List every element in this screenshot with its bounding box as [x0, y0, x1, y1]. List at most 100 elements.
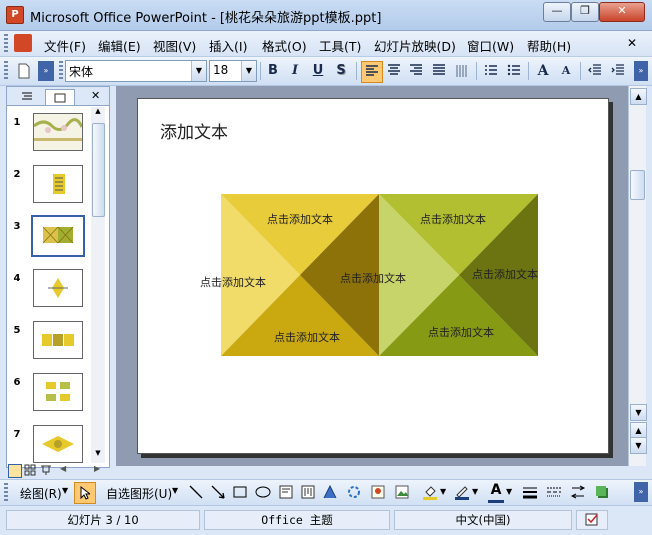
fill-color-icon[interactable] — [422, 484, 438, 500]
close-button[interactable]: ✕ — [599, 2, 645, 22]
wordart-icon[interactable] — [322, 484, 338, 500]
toolbar-overflow-icon[interactable]: » — [634, 482, 648, 502]
text-left-bottom[interactable]: 点击添加文本 — [274, 329, 340, 345]
grow-font-button[interactable]: A — [533, 61, 553, 81]
restore-button[interactable]: ❐ — [571, 2, 599, 22]
slide-title[interactable]: 添加文本 — [160, 118, 228, 143]
chevron-down-icon[interactable]: ▼ — [241, 61, 256, 81]
arrow-style-icon[interactable] — [570, 484, 586, 500]
insert-picture-icon[interactable] — [394, 484, 410, 500]
numbering-button[interactable] — [481, 61, 501, 81]
menu-edit[interactable]: 编辑(E) — [98, 36, 141, 55]
chevron-down-icon[interactable]: ▼ — [506, 487, 512, 496]
scroll-thumb[interactable] — [92, 123, 105, 217]
align-center-button[interactable] — [384, 61, 404, 81]
shrink-font-button[interactable]: A — [556, 61, 576, 81]
shadow-style-icon[interactable] — [594, 484, 610, 500]
distribute-button[interactable] — [429, 61, 449, 81]
toolbar-grip-2[interactable] — [59, 61, 63, 81]
text-right-bottom[interactable]: 点击添加文本 — [428, 324, 494, 340]
chevron-down-icon[interactable]: ▼ — [472, 487, 478, 496]
rectangle-icon[interactable] — [232, 484, 248, 500]
line-style-icon[interactable] — [522, 484, 538, 500]
menu-window[interactable]: 窗口(W) — [467, 36, 514, 55]
toolbar-options-icon[interactable]: » — [38, 61, 54, 81]
menu-file[interactable]: 文件(F) — [44, 36, 86, 55]
underline-button[interactable]: U — [308, 61, 328, 81]
slide-thumbnail-4[interactable] — [33, 269, 83, 307]
dash-style-icon[interactable] — [546, 484, 562, 500]
slide-thumbnail-6[interactable] — [33, 373, 83, 411]
toolbar-overflow-icon[interactable]: » — [634, 61, 648, 81]
decrease-indent-button[interactable] — [585, 61, 605, 81]
new-document-icon[interactable] — [14, 61, 34, 81]
scroll-down-icon[interactable]: ▼ — [630, 404, 647, 421]
thumbnail-scrollbar[interactable]: ▲ ▼ — [91, 107, 105, 463]
toolbar-grip[interactable] — [4, 483, 8, 503]
next-slide-icon[interactable]: ▼ — [630, 437, 647, 454]
scroll-down-icon[interactable]: ▼ — [92, 449, 104, 461]
text-right-right[interactable]: 点击添加文本 — [472, 266, 538, 282]
font-color-icon[interactable]: A — [488, 482, 504, 503]
text-left-top[interactable]: 点击添加文本 — [267, 211, 333, 227]
select-objects-button[interactable] — [74, 482, 96, 504]
minimize-button[interactable]: — — [543, 2, 571, 22]
arrow-icon[interactable] — [210, 484, 226, 500]
powerpoint-icon[interactable]: P — [6, 6, 24, 24]
draw-menu-button[interactable]: 绘图(R) — [20, 485, 62, 502]
menu-view[interactable]: 视图(V) — [153, 36, 196, 55]
slide-thumbnail-3[interactable] — [31, 215, 85, 257]
bullets-button[interactable] — [504, 61, 524, 81]
align-right-button[interactable] — [406, 61, 426, 81]
scroll-right-icon[interactable]: ▶ — [94, 464, 100, 473]
scroll-up-icon[interactable]: ▲ — [630, 88, 647, 105]
text-center[interactable]: 点击添加文本 — [340, 270, 406, 286]
normal-view-icon[interactable] — [8, 464, 22, 478]
close-document-icon[interactable]: ✕ — [627, 36, 637, 50]
slide-thumbnail-7[interactable] — [33, 425, 83, 463]
slide-thumbnail-1[interactable] — [33, 113, 84, 151]
scroll-thumb[interactable] — [630, 170, 645, 200]
vertical-text-icon[interactable] — [452, 61, 472, 81]
doc-icon[interactable] — [14, 34, 32, 52]
line-color-icon[interactable] — [454, 484, 470, 500]
menu-tools[interactable]: 工具(T) — [319, 36, 361, 55]
diagram-icon[interactable] — [346, 484, 362, 500]
line-icon[interactable] — [188, 484, 204, 500]
menu-slideshow[interactable]: 幻灯片放映(D) — [374, 36, 456, 55]
font-name-select[interactable]: 宋体 ▼ — [65, 60, 207, 82]
oval-icon[interactable] — [254, 484, 272, 500]
chevron-down-icon[interactable]: ▼ — [440, 487, 446, 496]
menu-grip[interactable] — [4, 34, 8, 54]
scroll-up-icon[interactable]: ▲ — [92, 107, 104, 119]
vertical-textbox-icon[interactable] — [300, 484, 316, 500]
outline-tab[interactable] — [13, 89, 41, 104]
menu-insert[interactable]: 插入(I) — [209, 36, 247, 55]
close-pane-icon[interactable]: ✕ — [91, 89, 100, 102]
slide-thumbnail-5[interactable] — [33, 321, 83, 359]
text-right-top[interactable]: 点击添加文本 — [420, 211, 486, 227]
autoshapes-menu-button[interactable]: 自选图形(U) — [106, 485, 172, 502]
spelling-icon[interactable] — [576, 510, 608, 530]
font-size-select[interactable]: 18 ▼ — [209, 60, 257, 82]
bold-button[interactable]: B — [263, 61, 283, 81]
increase-indent-button[interactable] — [608, 61, 628, 81]
toolbar-grip[interactable] — [4, 61, 8, 81]
chevron-down-icon[interactable]: ▼ — [62, 486, 68, 495]
chevron-down-icon[interactable]: ▼ — [191, 61, 206, 81]
slideshow-view-icon[interactable] — [40, 464, 52, 476]
align-left-button[interactable] — [361, 61, 383, 83]
shadow-button[interactable]: S — [331, 61, 351, 81]
italic-button[interactable]: I — [285, 61, 305, 81]
menu-format[interactable]: 格式(O) — [262, 36, 307, 55]
chevron-down-icon[interactable]: ▼ — [172, 486, 178, 495]
slide-scrollbar[interactable]: ▲ ▼ ▲ ▼ — [628, 86, 647, 466]
clipart-icon[interactable] — [370, 484, 386, 500]
textbox-icon[interactable] — [278, 484, 294, 500]
menu-help[interactable]: 帮助(H) — [527, 36, 571, 55]
scroll-left-icon[interactable]: ◀ — [60, 464, 66, 473]
text-left-left[interactable]: 点击添加文本 — [200, 274, 266, 290]
slide-sorter-view-icon[interactable] — [24, 464, 36, 476]
slide-thumbnail-2[interactable] — [33, 165, 83, 203]
slides-tab[interactable] — [45, 89, 75, 105]
